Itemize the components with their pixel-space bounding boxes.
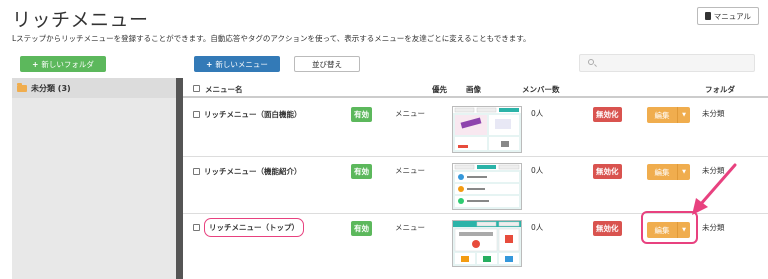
- status-badge: 有効: [351, 164, 372, 179]
- menu-type: メニュー: [395, 223, 425, 232]
- search-icon: [588, 59, 594, 65]
- member-count: 0人: [531, 223, 544, 232]
- folder-sidebar: 未分類 (3): [12, 78, 176, 279]
- folder-item-label: 未分類 (3): [31, 83, 71, 93]
- table-row: リッチメニュー（面白機能） 有効 メニュー 0人 無効化 編集 ▼ 未分類: [183, 100, 768, 157]
- edit-button[interactable]: 編集 ▼: [647, 107, 690, 123]
- status-badge: 有効: [351, 221, 372, 236]
- edit-button-label: 編集: [654, 110, 670, 120]
- column-folder: フォルダ: [705, 85, 735, 94]
- edit-button-label: 編集: [654, 167, 670, 177]
- folder-open-icon: [17, 82, 27, 92]
- row-checkbox[interactable]: [193, 111, 200, 118]
- pointer-arrow-icon: [692, 163, 737, 215]
- column-image: 画像: [466, 85, 481, 94]
- column-members: メンバー数: [522, 85, 560, 94]
- column-name: メニュー名: [205, 85, 243, 94]
- caret-down-icon[interactable]: ▼: [677, 107, 690, 123]
- rich-menu-thumbnail: [452, 163, 522, 210]
- folder-item-uncategorized[interactable]: 未分類 (3): [12, 78, 176, 98]
- disable-button[interactable]: 無効化: [593, 221, 622, 236]
- plus-icon: +: [206, 59, 213, 69]
- search-input[interactable]: [579, 54, 755, 72]
- plus-icon: +: [32, 59, 39, 69]
- sidebar-divider: [176, 78, 183, 279]
- rich-menu-thumbnail: [452, 220, 522, 267]
- status-badge: 有効: [351, 107, 372, 122]
- new-folder-button[interactable]: + 新しいフォルダ: [20, 56, 106, 72]
- menu-type: メニュー: [395, 166, 425, 175]
- menu-name[interactable]: リッチメニュー（面白機能）: [204, 109, 302, 120]
- select-all-checkbox[interactable]: [193, 84, 200, 92]
- menu-name[interactable]: リッチメニュー（機能紹介）: [204, 166, 302, 177]
- manual-button[interactable]: マニュアル: [696, 7, 759, 25]
- table-header: メニュー名 優先 画像 メンバー数 フォルダ: [183, 78, 768, 98]
- menu-type: メニュー: [395, 109, 425, 118]
- new-menu-button[interactable]: + 新しいメニュー: [194, 56, 280, 72]
- column-priority: 優先: [432, 85, 447, 94]
- disable-button[interactable]: 無効化: [593, 164, 622, 179]
- member-count: 0人: [531, 109, 544, 118]
- sort-button[interactable]: 並び替え: [294, 56, 360, 72]
- row-checkbox[interactable]: [193, 168, 200, 175]
- page-title: リッチメニュー: [12, 9, 149, 31]
- row-checkbox[interactable]: [193, 224, 200, 231]
- manual-button-label: マニュアル: [713, 11, 751, 21]
- page-description: Lステップからリッチメニューを登録することができます。自動応答やタグのアクション…: [12, 34, 531, 43]
- menu-name[interactable]: リッチメニュー（トップ）: [204, 218, 304, 237]
- new-folder-label: 新しいフォルダ: [41, 59, 94, 69]
- rich-menu-thumbnail: [452, 106, 522, 153]
- member-count: 0人: [531, 166, 544, 175]
- book-icon: [704, 12, 711, 20]
- folder-name: 未分類: [702, 109, 725, 118]
- new-menu-label: 新しいメニュー: [215, 59, 268, 69]
- folder-name: 未分類: [702, 223, 725, 232]
- disable-button[interactable]: 無効化: [593, 107, 622, 122]
